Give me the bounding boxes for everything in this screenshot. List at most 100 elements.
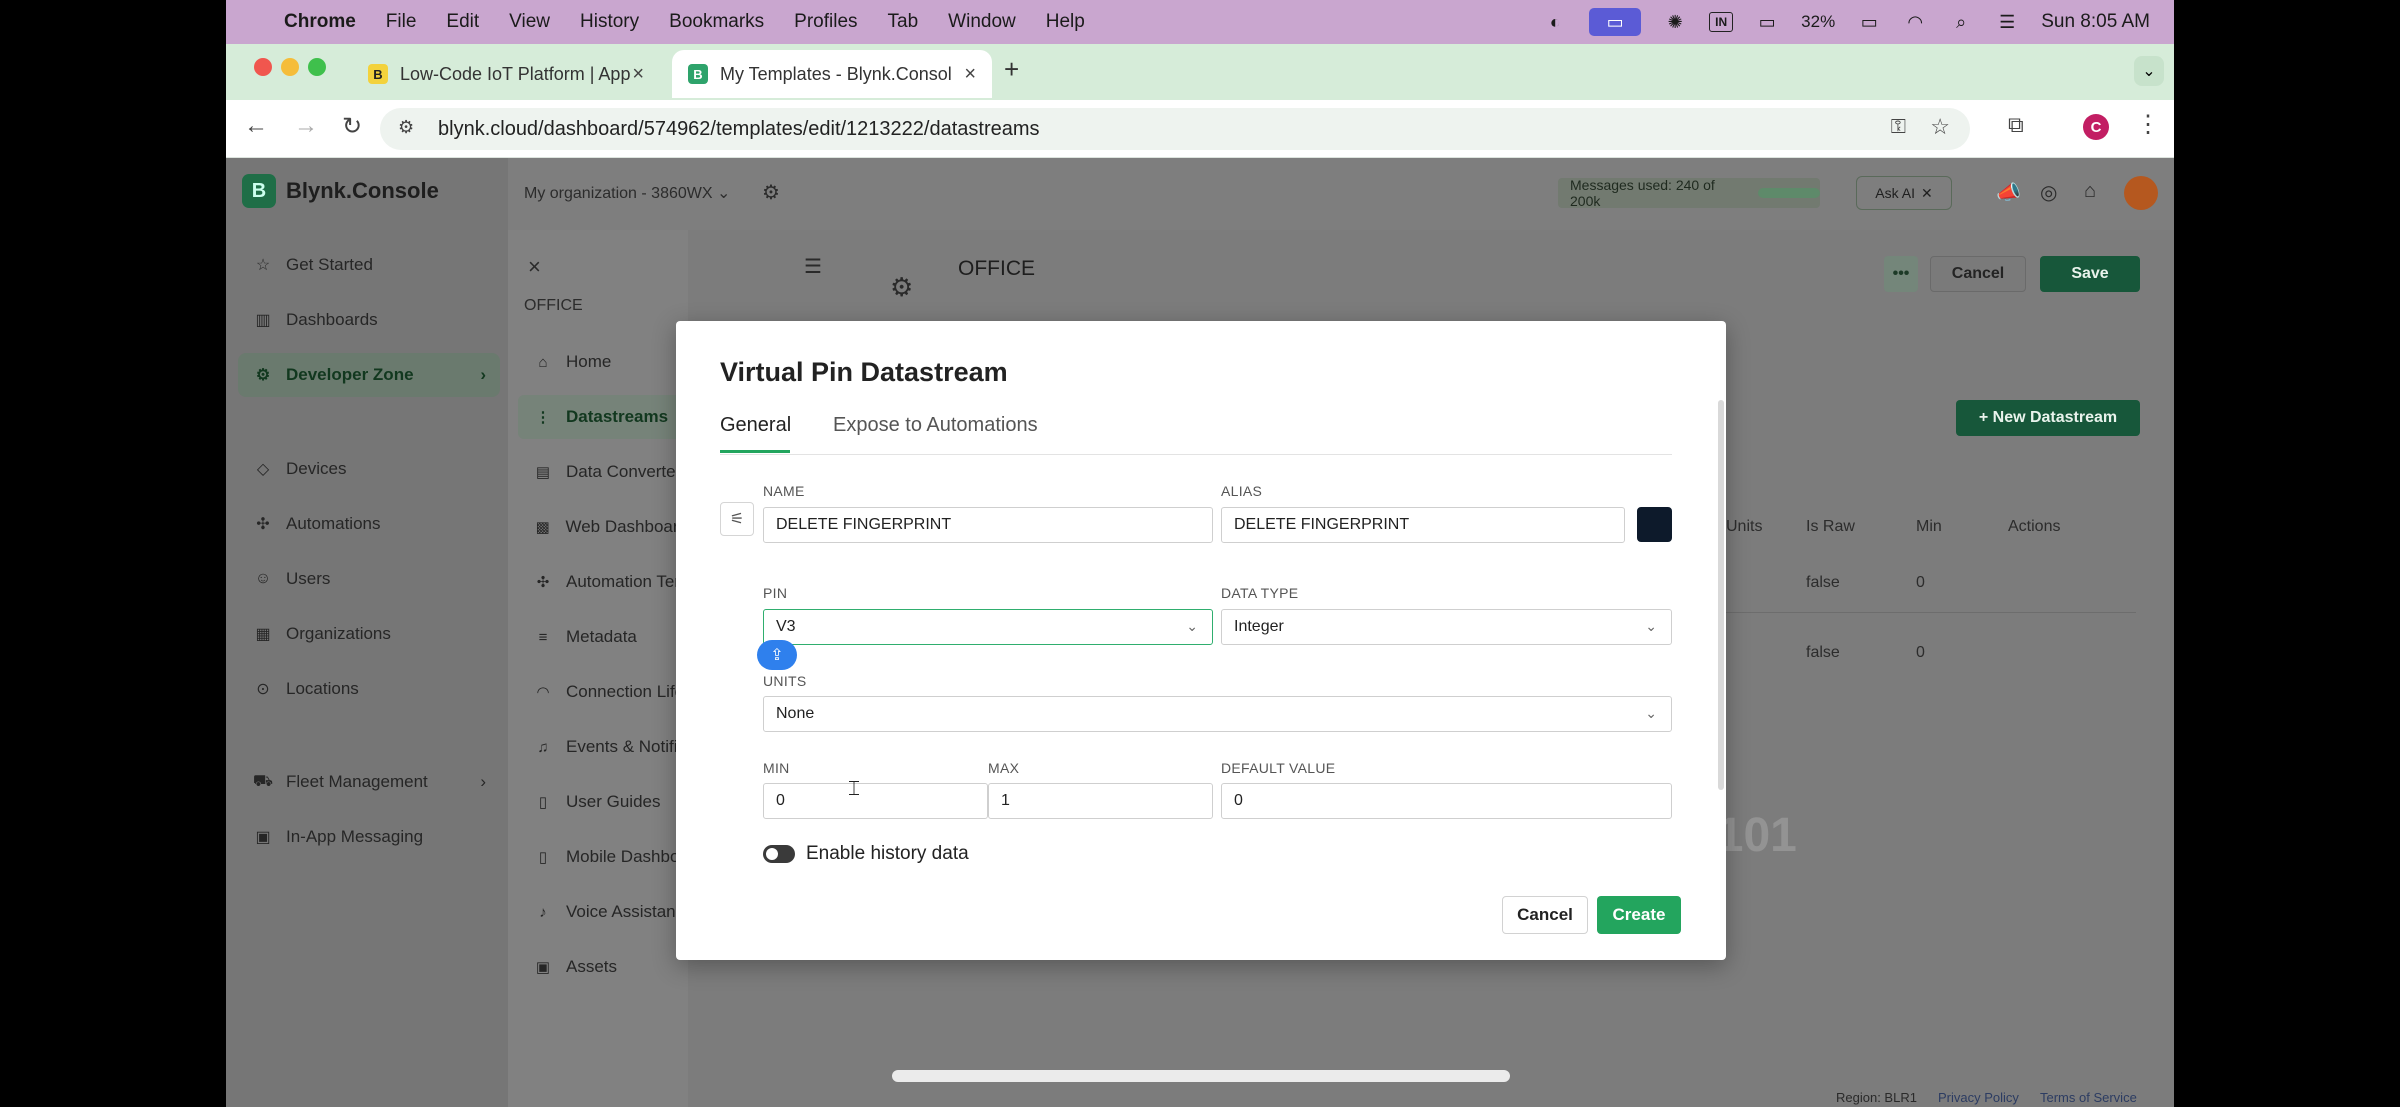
screen-share-icon[interactable]: ▭ xyxy=(1589,8,1642,36)
subnav-item-automation-templates[interactable]: ✣ Automation Ter xyxy=(518,560,688,604)
sidebar-item-locations[interactable]: ⊙ Locations xyxy=(238,667,500,711)
subnav-item-assets[interactable]: ▣ Assets xyxy=(518,945,688,989)
cancel-button[interactable]: Cancel xyxy=(1502,896,1588,934)
help-icon[interactable]: ◎ xyxy=(2040,180,2057,205)
chrome-menu-icon[interactable]: ⋮ xyxy=(2136,110,2160,139)
subnav-item-data-converter[interactable]: ▤ Data Converter xyxy=(518,450,688,494)
battery-icon[interactable]: ▭ xyxy=(1857,12,1881,32)
cancel-template-button[interactable]: Cancel xyxy=(1930,256,2026,292)
org-settings-gear-icon[interactable]: ⚙ xyxy=(762,180,780,205)
more-options-button[interactable]: ••• xyxy=(1884,256,1918,292)
save-template-button[interactable]: Save xyxy=(2040,256,2140,292)
menu-app[interactable]: Chrome xyxy=(284,11,356,33)
sidebar-item-automations[interactable]: ✣ Automations xyxy=(238,502,500,546)
wifi-icon[interactable]: ◠ xyxy=(1903,12,1927,32)
footer-privacy-link[interactable]: Privacy Policy xyxy=(1938,1090,2019,1105)
window-close-button[interactable] xyxy=(254,58,272,76)
menu-edit[interactable]: Edit xyxy=(446,11,479,33)
tab-search-icon[interactable]: ⌄ xyxy=(2134,56,2164,86)
sidebar-item-devices[interactable]: ◇ Devices xyxy=(238,447,500,491)
menu-help[interactable]: Help xyxy=(1046,11,1085,33)
default-value-input[interactable]: 0 xyxy=(1221,783,1672,819)
menu-history[interactable]: History xyxy=(580,11,639,33)
site-info-icon[interactable]: ⚙ xyxy=(398,117,414,138)
sidebar-item-get-started[interactable]: ☆ Get Started xyxy=(238,243,500,287)
units-select[interactable]: None ⌄ xyxy=(763,696,1672,732)
column-header-is-raw[interactable]: Is Raw xyxy=(1806,518,1855,536)
reload-icon[interactable]: ↻ xyxy=(342,112,362,141)
max-input[interactable]: 1 xyxy=(988,783,1213,819)
browser-tab-0[interactable]: B Low-Code IoT Platform | App × xyxy=(352,50,660,98)
subnav-item-voice-assistants[interactable]: ♪ Voice Assistan xyxy=(518,890,688,934)
subnav-item-mobile-dashboard[interactable]: ▯ Mobile Dashbo xyxy=(518,835,688,879)
min-input[interactable]: 0 xyxy=(763,783,988,819)
tab-expose-to-automations[interactable]: Expose to Automations xyxy=(833,414,1038,437)
window-minimize-button[interactable] xyxy=(281,58,299,76)
profile-avatar[interactable]: C xyxy=(2083,114,2109,140)
new-tab-icon[interactable]: + xyxy=(1004,54,1019,85)
subnav-item-web-dashboard[interactable]: ▩ Web Dashboard xyxy=(518,505,688,549)
data-type-select[interactable]: Integer ⌄ xyxy=(1221,609,1672,645)
sidebar-item-developer-zone[interactable]: ⚙ Developer Zone › xyxy=(238,353,500,397)
control-center-icon[interactable]: ☰ xyxy=(1995,12,2019,32)
blynk-logo[interactable]: B Blynk.Console xyxy=(242,174,439,208)
sidebar-item-label: Organizations xyxy=(286,624,391,643)
close-icon[interactable]: × xyxy=(528,254,541,280)
gift-icon[interactable]: ⌂ xyxy=(2084,180,2096,203)
cube-icon: ◇ xyxy=(256,461,270,478)
footer-terms-link[interactable]: Terms of Service xyxy=(2040,1090,2137,1105)
sidebar-item-fleet-management[interactable]: ⛟ Fleet Management › xyxy=(238,760,500,804)
display-icon[interactable]: ▭ xyxy=(1755,12,1779,32)
close-tab-icon[interactable]: × xyxy=(964,63,976,86)
extensions-icon[interactable]: ⧉ xyxy=(2008,112,2024,138)
password-key-icon[interactable]: ⚿ xyxy=(1891,116,1906,139)
ask-ai-button[interactable]: Ask AI ✕ xyxy=(1856,176,1952,210)
close-tab-icon[interactable]: × xyxy=(632,63,644,86)
user-avatar[interactable] xyxy=(2124,176,2158,210)
announcements-icon[interactable]: 📣 xyxy=(1996,180,2021,205)
chatgpt-icon[interactable]: ✺ xyxy=(1663,12,1687,32)
bookmark-star-icon[interactable]: ☆ xyxy=(1930,114,1950,140)
menu-profiles[interactable]: Profiles xyxy=(794,11,857,33)
back-icon[interactable]: ← xyxy=(244,112,268,140)
sidebar-item-users[interactable]: ☺ Users xyxy=(238,557,500,601)
location-pin-icon: ⊙ xyxy=(256,681,270,698)
org-selector[interactable]: My organization - 3860WX ⌄ xyxy=(524,183,730,203)
horizontal-scrollbar[interactable] xyxy=(892,1070,1510,1082)
menu-file[interactable]: File xyxy=(386,11,417,33)
sidebar-item-organizations[interactable]: ▦ Organizations xyxy=(238,612,500,656)
chart-icon: ▥ xyxy=(255,312,271,329)
menu-icon[interactable]: ☰ xyxy=(804,254,822,279)
create-button[interactable]: Create xyxy=(1597,896,1681,934)
tab-general[interactable]: General xyxy=(720,414,791,437)
menu-tab[interactable]: Tab xyxy=(888,11,919,33)
color-picker-swatch[interactable] xyxy=(1637,507,1672,542)
subnav-item-metadata[interactable]: ≡ Metadata xyxy=(518,615,688,659)
alias-input[interactable]: DELETE FINGERPRINT xyxy=(1221,507,1625,543)
input-source-icon[interactable]: IN xyxy=(1709,12,1734,32)
subnav-item-events[interactable]: ♫ Events & Notifi xyxy=(518,725,688,769)
menu-bookmarks[interactable]: Bookmarks xyxy=(669,11,764,33)
history-toggle[interactable] xyxy=(763,845,795,863)
address-bar[interactable]: ⚙ blynk.cloud/dashboard/574962/templates… xyxy=(380,108,1970,150)
spotlight-search-icon[interactable]: ⌕ xyxy=(1949,12,1973,32)
subnav-item-connection-lifecycle[interactable]: ◠ Connection Life xyxy=(518,670,688,714)
menu-window[interactable]: Window xyxy=(948,11,1016,33)
subnav-item-home[interactable]: ⌂ Home xyxy=(518,340,688,384)
forward-icon[interactable]: → xyxy=(294,112,318,140)
sidebar-item-in-app-messaging[interactable]: ▣ In-App Messaging xyxy=(238,815,500,859)
new-datastream-button[interactable]: + New Datastream xyxy=(1956,400,2140,436)
sidebar-item-dashboards[interactable]: ▥ Dashboards xyxy=(238,298,500,342)
pin-select[interactable]: V3 ⌄ xyxy=(763,609,1213,645)
subnav-label: Datastreams xyxy=(566,407,669,426)
name-input[interactable]: DELETE FINGERPRINT xyxy=(763,507,1213,543)
menu-view[interactable]: View xyxy=(509,11,550,33)
subnav-item-datastreams[interactable]: ⋮ Datastreams xyxy=(518,395,688,439)
modal-scrollbar[interactable] xyxy=(1718,400,1724,790)
browser-tab-1-active[interactable]: B My Templates - Blynk.Consol × xyxy=(672,50,992,98)
subnav-item-user-guides[interactable]: ▯ User Guides xyxy=(518,780,688,824)
datastream-icon-picker[interactable]: ⚟ xyxy=(720,502,754,536)
default-value-label: DEFAULT VALUE xyxy=(1221,760,1336,776)
screen-record-icon[interactable]: ◐ xyxy=(1543,12,1567,32)
window-maximize-button[interactable] xyxy=(308,58,326,76)
